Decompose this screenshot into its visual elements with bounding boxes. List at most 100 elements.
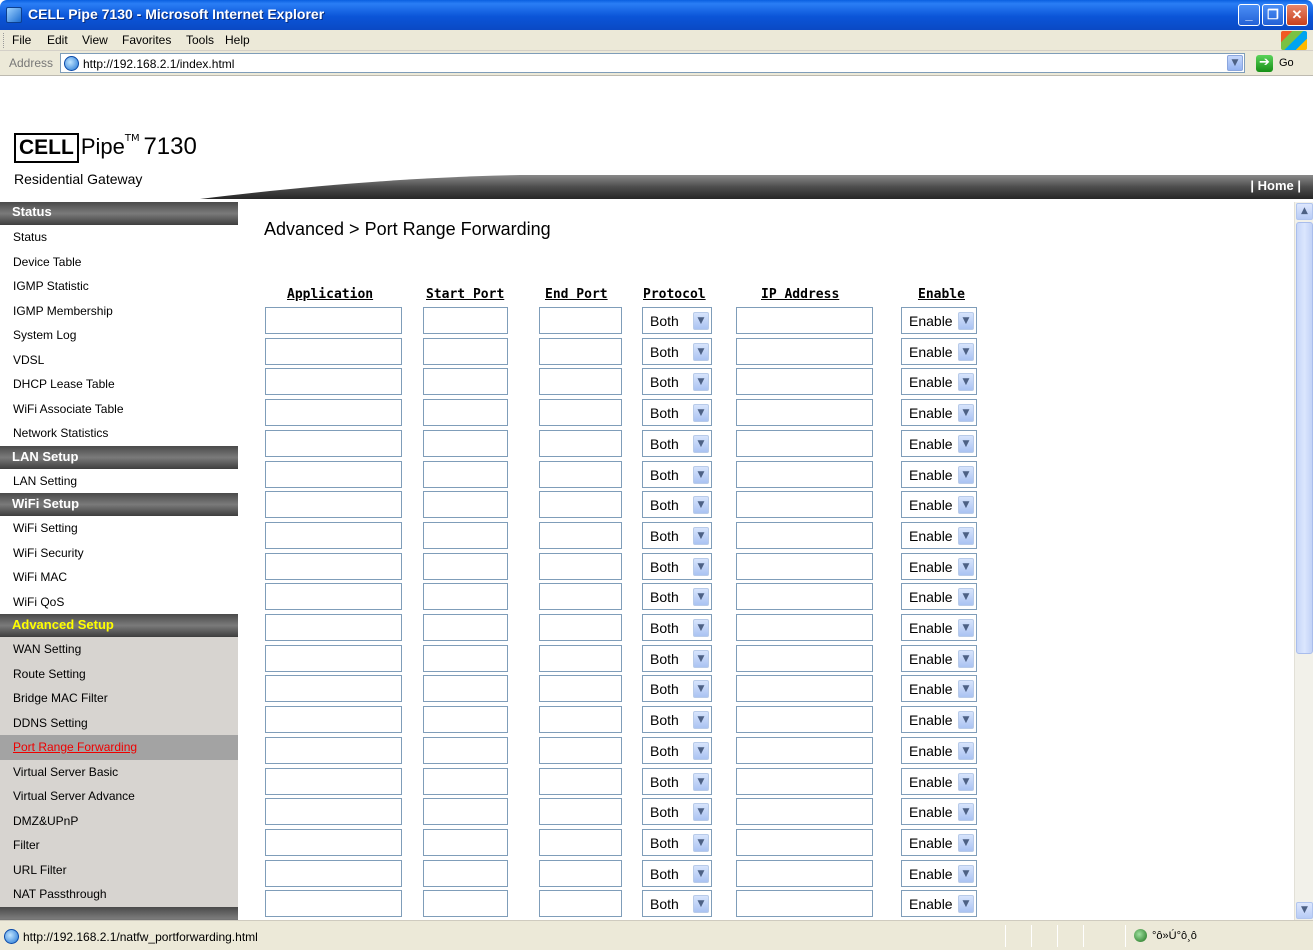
chevron-down-icon[interactable]: ▼: [693, 803, 709, 822]
enable-select[interactable]: Enable ▼: [901, 460, 977, 488]
chevron-down-icon[interactable]: ▼: [958, 649, 974, 668]
application-input[interactable]: [265, 644, 402, 672]
sidebar-item-wifi-associate-table[interactable]: WiFi Associate Table: [0, 397, 238, 422]
end-port-input[interactable]: [539, 706, 622, 734]
chevron-down-icon[interactable]: ▼: [693, 711, 709, 730]
ip-address-input[interactable]: [736, 307, 873, 334]
ip-address-input[interactable]: [736, 736, 873, 764]
application-input[interactable]: [265, 798, 402, 826]
ip-address-input[interactable]: [736, 767, 873, 795]
chevron-down-icon[interactable]: ▼: [958, 619, 974, 637]
application-input[interactable]: [265, 429, 402, 457]
ip-address-input[interactable]: [736, 429, 873, 457]
protocol-select[interactable]: Both ▼: [642, 337, 712, 365]
protocol-select[interactable]: Both ▼: [642, 859, 712, 887]
end-port-input[interactable]: [539, 736, 622, 764]
protocol-select[interactable]: Both ▼: [642, 675, 712, 703]
sidebar-item-url-filter[interactable]: URL Filter: [0, 857, 238, 882]
protocol-select[interactable]: Both ▼: [642, 706, 712, 734]
sidebar-item-wifi-security[interactable]: WiFi Security: [0, 541, 238, 566]
chevron-down-icon[interactable]: ▼: [958, 373, 974, 392]
close-button[interactable]: ✕: [1286, 4, 1308, 26]
chevron-down-icon[interactable]: ▼: [693, 680, 709, 699]
start-port-input[interactable]: [423, 706, 508, 734]
sidebar-item-nat-passthrough[interactable]: NAT Passthrough: [0, 882, 238, 907]
chevron-down-icon[interactable]: ▼: [958, 312, 974, 330]
start-port-input[interactable]: [423, 859, 508, 887]
start-port-input[interactable]: [423, 767, 508, 795]
sidebar-item-dmz-upnp[interactable]: DMZ&UPnP: [0, 808, 238, 833]
end-port-input[interactable]: [539, 675, 622, 703]
end-port-input[interactable]: [539, 521, 622, 549]
chevron-down-icon[interactable]: ▼: [693, 404, 709, 423]
chevron-down-icon[interactable]: ▼: [693, 526, 709, 545]
start-port-input[interactable]: [423, 337, 508, 365]
sidebar-item-vdsl[interactable]: VDSL: [0, 348, 238, 373]
application-input[interactable]: [265, 767, 402, 795]
end-port-input[interactable]: [539, 399, 622, 427]
ip-address-input[interactable]: [736, 399, 873, 427]
end-port-input[interactable]: [539, 460, 622, 488]
protocol-select[interactable]: Both ▼: [642, 429, 712, 457]
enable-select[interactable]: Enable ▼: [901, 675, 977, 703]
sidebar-item-port-range-forwarding[interactable]: Port Range Forwarding: [0, 735, 238, 760]
sidebar-item-ddns-setting[interactable]: DDNS Setting: [0, 710, 238, 735]
enable-select[interactable]: Enable ▼: [901, 736, 977, 764]
start-port-input[interactable]: [423, 491, 508, 519]
protocol-select[interactable]: Both ▼: [642, 828, 712, 856]
chevron-down-icon[interactable]: ▼: [958, 557, 974, 576]
application-input[interactable]: [265, 460, 402, 488]
menu-edit[interactable]: Edit: [47, 33, 68, 47]
chevron-down-icon[interactable]: ▼: [958, 496, 974, 515]
chevron-down-icon[interactable]: ▼: [958, 833, 974, 852]
protocol-select[interactable]: Both ▼: [642, 368, 712, 396]
start-port-input[interactable]: [423, 521, 508, 549]
start-port-input[interactable]: [423, 736, 508, 764]
enable-select[interactable]: Enable ▼: [901, 828, 977, 856]
protocol-select[interactable]: Both ▼: [642, 307, 712, 334]
ie-window-icon[interactable]: [6, 7, 22, 23]
start-port-input[interactable]: [423, 644, 508, 672]
chevron-down-icon[interactable]: ▼: [693, 741, 709, 760]
application-input[interactable]: [265, 675, 402, 703]
ip-address-input[interactable]: [736, 491, 873, 519]
sidebar-item-bridge-mac-filter[interactable]: Bridge MAC Filter: [0, 686, 238, 711]
ip-address-input[interactable]: [736, 644, 873, 672]
chevron-down-icon[interactable]: ▼: [958, 803, 974, 822]
chevron-down-icon[interactable]: ▼: [693, 312, 709, 330]
enable-select[interactable]: Enable ▼: [901, 399, 977, 427]
application-input[interactable]: [265, 337, 402, 365]
application-input[interactable]: [265, 368, 402, 396]
start-port-input[interactable]: [423, 583, 508, 611]
protocol-select[interactable]: Both ▼: [642, 552, 712, 580]
chevron-down-icon[interactable]: ▼: [693, 465, 709, 484]
ip-address-input[interactable]: [736, 583, 873, 611]
chevron-down-icon[interactable]: ▼: [958, 465, 974, 484]
ip-address-input[interactable]: [736, 552, 873, 580]
chevron-down-icon[interactable]: ▼: [958, 526, 974, 545]
ip-address-input[interactable]: [736, 368, 873, 396]
enable-select[interactable]: Enable ▼: [901, 644, 977, 672]
sidebar-item-wan-setting[interactable]: WAN Setting: [0, 637, 238, 662]
start-port-input[interactable]: [423, 429, 508, 457]
chevron-down-icon[interactable]: ▼: [693, 588, 709, 607]
chevron-down-icon[interactable]: ▼: [958, 895, 974, 914]
protocol-select[interactable]: Both ▼: [642, 460, 712, 488]
chevron-down-icon[interactable]: ▼: [693, 649, 709, 668]
sidebar-item-wifi-setting[interactable]: WiFi Setting: [0, 516, 238, 541]
end-port-input[interactable]: [539, 552, 622, 580]
scroll-up-button[interactable]: ▲: [1296, 203, 1313, 220]
sidebar-item-igmp-membership[interactable]: IGMP Membership: [0, 299, 238, 324]
start-port-input[interactable]: [423, 399, 508, 427]
sidebar-item-device-table[interactable]: Device Table: [0, 250, 238, 275]
sidebar-item-virtual-server-basic[interactable]: Virtual Server Basic: [0, 759, 238, 784]
chevron-down-icon[interactable]: ▼: [693, 434, 709, 453]
application-input[interactable]: [265, 491, 402, 519]
end-port-input[interactable]: [539, 828, 622, 856]
menu-help[interactable]: Help: [225, 33, 250, 47]
chevron-down-icon[interactable]: ▼: [693, 864, 709, 883]
chevron-down-icon[interactable]: ▼: [958, 864, 974, 883]
protocol-select[interactable]: Both ▼: [642, 644, 712, 672]
window-titlebar[interactable]: CELL Pipe 7130 - Microsoft Internet Expl…: [0, 0, 1313, 30]
chevron-down-icon[interactable]: ▼: [693, 373, 709, 392]
